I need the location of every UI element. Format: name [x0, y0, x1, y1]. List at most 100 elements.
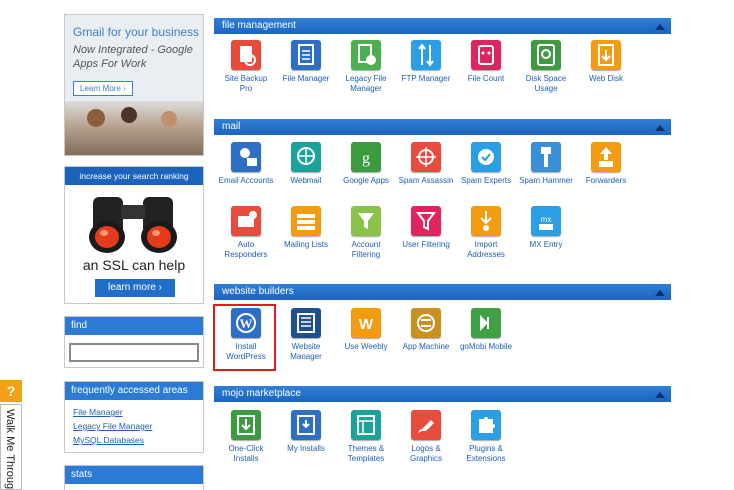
- frequent-link-file-manager[interactable]: File Manager: [73, 405, 203, 419]
- item-user-filtering[interactable]: User Filtering: [398, 206, 454, 250]
- mailing-lists-icon[interactable]: [291, 206, 321, 236]
- item-spam-hammer[interactable]: Spam Hammer: [518, 142, 574, 186]
- item-label: goMobi Mobile: [459, 342, 513, 351]
- section-title: file management: [222, 20, 296, 31]
- spam-experts-icon[interactable]: [471, 142, 501, 172]
- item-label: One-Click Installs: [228, 444, 264, 463]
- weebly-icon[interactable]: W: [351, 308, 381, 338]
- item-spam-assassin[interactable]: Spam Assassin: [398, 142, 454, 186]
- item-email-accounts[interactable]: Email Accounts: [218, 142, 274, 186]
- gmail-ad-tagline: Now Integrated - Google Apps For Work: [73, 44, 193, 70]
- section-header-2[interactable]: website builders: [214, 284, 671, 300]
- person-image: [87, 109, 105, 127]
- item-my-installs[interactable]: My Installs: [278, 410, 334, 454]
- item-gomobi[interactable]: goMobi Mobile: [458, 308, 514, 352]
- item-weebly[interactable]: W Use Weebly: [338, 308, 394, 352]
- google-apps-icon[interactable]: g: [351, 142, 381, 172]
- item-app-machine[interactable]: App Machine: [398, 308, 454, 352]
- gomobi-icon[interactable]: [471, 308, 501, 338]
- item-ftp[interactable]: FTP Manager: [398, 40, 454, 84]
- item-account-filtering[interactable]: Account Filtering: [338, 206, 394, 260]
- auto-responders-icon[interactable]: [231, 206, 261, 236]
- item-label: App Machine: [402, 342, 450, 351]
- email-accounts-icon[interactable]: [231, 142, 261, 172]
- item-file-count[interactable]: File Count: [458, 40, 514, 84]
- svg-text:W: W: [359, 316, 374, 333]
- svg-text:mx: mx: [541, 215, 552, 224]
- themes-templates-icon[interactable]: [351, 410, 381, 440]
- find-panel-title: find: [65, 317, 203, 335]
- import-addresses-icon[interactable]: [471, 206, 501, 236]
- item-site-backup[interactable]: Site Backup Pro: [218, 40, 274, 94]
- ssl-ad-text: an SSL can help: [82, 257, 186, 273]
- section-header-0[interactable]: file management: [214, 18, 671, 34]
- section-header-1[interactable]: mail: [214, 119, 671, 135]
- item-web-disk[interactable]: Web Disk: [578, 40, 634, 84]
- ssl-ad[interactable]: increase your search ranking an SSL can …: [64, 166, 204, 304]
- item-label: Legacy File Manager: [345, 74, 387, 93]
- item-label: Spam Hammer: [519, 176, 573, 185]
- ftp-icon[interactable]: [411, 40, 441, 70]
- item-google-apps[interactable]: g Google Apps: [338, 142, 394, 186]
- frequent-link-mysql-databases[interactable]: MySQL Databases: [73, 433, 203, 447]
- item-disk-space[interactable]: Disk Space Usage: [518, 40, 574, 94]
- item-logos-graphics[interactable]: Logos & Graphics: [398, 410, 454, 464]
- collapse-icon[interactable]: [655, 392, 665, 398]
- app-machine-icon[interactable]: [411, 308, 441, 338]
- site-backup-icon[interactable]: [231, 40, 261, 70]
- item-label: Themes & Templates: [347, 444, 385, 463]
- one-click-installs-icon[interactable]: [231, 410, 261, 440]
- item-auto-responders[interactable]: Auto Responders: [218, 206, 274, 260]
- item-legacy-file-manager[interactable]: Legacy File Manager: [338, 40, 394, 94]
- collapse-icon[interactable]: [655, 290, 665, 296]
- item-one-click-installs[interactable]: One-Click Installs: [218, 410, 274, 464]
- ssl-ad-header: increase your search ranking: [65, 167, 203, 185]
- item-website-manager[interactable]: Website Manager: [278, 308, 334, 362]
- frequent-link-legacy-file-manager[interactable]: Legacy File Manager: [73, 419, 203, 433]
- item-webmail[interactable]: Webmail: [278, 142, 334, 186]
- user-filtering-icon[interactable]: [411, 206, 441, 236]
- disk-space-icon[interactable]: [531, 40, 561, 70]
- item-label: Webmail: [290, 176, 322, 185]
- frequent-areas-panel: frequently accessed areas File Manager L…: [64, 381, 204, 453]
- website-manager-icon[interactable]: [291, 308, 321, 338]
- item-forwarders[interactable]: Forwarders: [578, 142, 634, 186]
- item-label: Auto Responders: [224, 240, 268, 259]
- forwarders-icon[interactable]: [591, 142, 621, 172]
- help-icon[interactable]: ?: [0, 380, 22, 402]
- spam-assassin-icon[interactable]: [411, 142, 441, 172]
- item-spam-experts[interactable]: Spam Experts: [458, 142, 514, 186]
- my-installs-icon[interactable]: [291, 410, 321, 440]
- logos-graphics-icon[interactable]: [411, 410, 441, 440]
- item-plugins-extensions[interactable]: Plugins & Extensions: [458, 410, 514, 464]
- item-label: User Filtering: [402, 240, 450, 249]
- ssl-learn-more-button[interactable]: learn more ›: [95, 279, 175, 297]
- account-filtering-icon[interactable]: [351, 206, 381, 236]
- item-mailing-lists[interactable]: Mailing Lists: [278, 206, 334, 250]
- item-themes-templates[interactable]: Themes & Templates: [338, 410, 394, 464]
- gmail-ad[interactable]: Gmail for your business Now Integrated -…: [64, 14, 204, 156]
- spam-hammer-icon[interactable]: [531, 142, 561, 172]
- gmail-learn-more-button[interactable]: Learn More ›: [73, 81, 133, 96]
- collapse-icon[interactable]: [655, 125, 665, 131]
- legacy-file-manager-icon[interactable]: [351, 40, 381, 70]
- item-import-addresses[interactable]: Import Addresses: [458, 206, 514, 260]
- file-manager-icon[interactable]: [291, 40, 321, 70]
- webmail-icon[interactable]: [291, 142, 321, 172]
- item-label: Google Apps: [343, 176, 389, 185]
- section-header-3[interactable]: mojo marketplace: [214, 386, 671, 402]
- stats-panel: stats: [64, 465, 204, 490]
- section-title: website builders: [222, 286, 294, 297]
- section-title: mojo marketplace: [222, 388, 301, 399]
- item-label: Spam Experts: [460, 176, 512, 185]
- plugins-extensions-icon[interactable]: [471, 410, 501, 440]
- mx-entry-icon[interactable]: mx: [531, 206, 561, 236]
- item-file-manager[interactable]: File Manager: [278, 40, 334, 84]
- file-count-icon[interactable]: [471, 40, 501, 70]
- find-input[interactable]: [69, 343, 199, 362]
- walkme-tab[interactable]: Walk Me Through: [0, 404, 22, 490]
- item-mx-entry[interactable]: mx MX Entry: [518, 206, 574, 250]
- web-disk-icon[interactable]: [591, 40, 621, 70]
- collapse-icon[interactable]: [655, 24, 665, 30]
- walkme-widget[interactable]: ? Walk Me Through: [0, 380, 24, 490]
